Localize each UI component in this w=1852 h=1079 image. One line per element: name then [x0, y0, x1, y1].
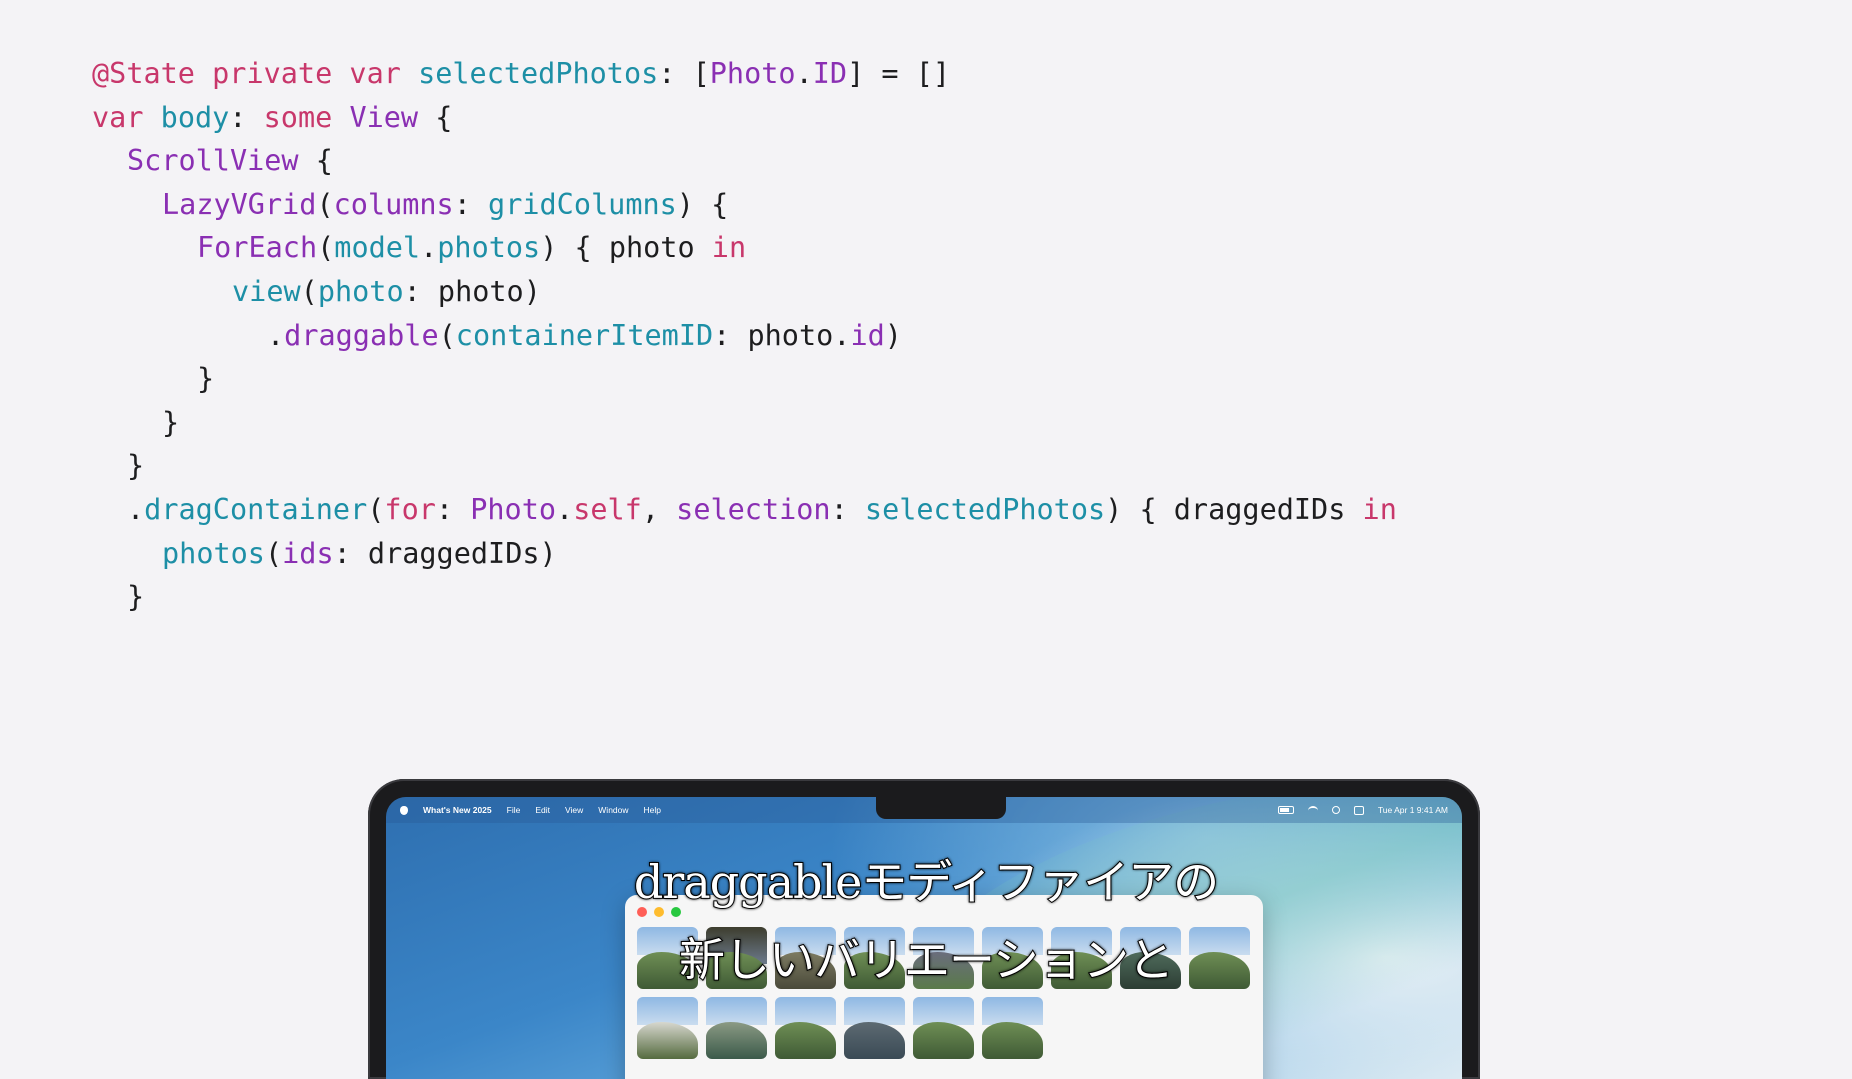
- code-snippet: @State private var selectedPhotos: [Phot…: [92, 52, 1397, 619]
- code-line: .dragContainer(for: Photo.self, selectio…: [127, 492, 1397, 526]
- battery-icon[interactable]: [1277, 806, 1294, 814]
- menu-item-edit[interactable]: Edit: [535, 805, 550, 815]
- code-line: }: [127, 580, 145, 614]
- code-line: .draggable(containerItemID: photo.id): [267, 318, 902, 352]
- subtitle-line-1: draggableモディファイアの: [633, 854, 1220, 910]
- code-line: ScrollView {: [127, 144, 333, 178]
- photo-thumbnail[interactable]: [844, 997, 905, 1059]
- code-line: }: [197, 362, 215, 396]
- apple-icon[interactable]: [400, 805, 408, 815]
- menu-item-help[interactable]: Help: [644, 805, 661, 815]
- code-line: }: [162, 405, 180, 439]
- photo-thumbnail[interactable]: [775, 997, 836, 1059]
- menu-item-view[interactable]: View: [565, 805, 583, 815]
- code-line: photos(ids: draggedIDs): [162, 536, 557, 570]
- code-line: LazyVGrid(columns: gridColumns) {: [162, 187, 729, 221]
- wifi-icon[interactable]: [1307, 805, 1318, 815]
- control-center-icon[interactable]: [1353, 805, 1364, 815]
- code-line: ForEach(model.photos) { photo in: [197, 231, 747, 265]
- photo-thumbnail[interactable]: [637, 997, 698, 1059]
- menu-item-file[interactable]: File: [507, 805, 521, 815]
- camera-notch: [876, 797, 1006, 819]
- menu-clock[interactable]: Tue Apr 1 9:41 AM: [1378, 805, 1448, 815]
- menu-item-window[interactable]: Window: [598, 805, 628, 815]
- code-line: view(photo: photo): [232, 274, 541, 308]
- photo-thumbnail[interactable]: [913, 997, 974, 1059]
- menu-app-name[interactable]: What's New 2025: [423, 805, 492, 815]
- search-icon[interactable]: [1331, 806, 1340, 814]
- photo-thumbnail[interactable]: [706, 997, 767, 1059]
- photo-thumbnail[interactable]: [982, 997, 1043, 1059]
- subtitle-line-2: 新しいバリエーションと: [678, 932, 1175, 988]
- code-line: @State private var selectedPhotos: [Phot…: [92, 57, 951, 90]
- code-line: var body: some View {: [92, 100, 453, 134]
- code-line: }: [127, 449, 145, 483]
